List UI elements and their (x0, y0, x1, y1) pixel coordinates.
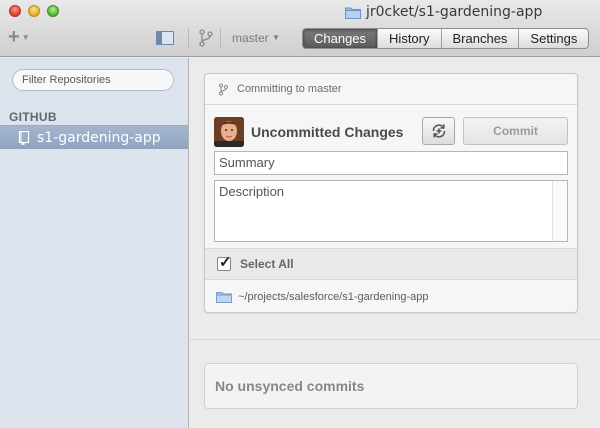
branch-selector[interactable]: master (232, 31, 269, 45)
repository-path-text[interactable]: ~/projects/salesforce/s1-gardening-app (238, 291, 428, 303)
chevron-down-icon[interactable]: ▼ (272, 33, 280, 42)
close-window-button[interactable] (9, 5, 21, 17)
repository-icon (18, 130, 30, 145)
sync-button[interactable] (422, 117, 455, 145)
filter-repositories-input[interactable]: Filter Repositories (12, 69, 174, 91)
tab-changes[interactable]: Changes (303, 29, 378, 48)
avatar (214, 117, 244, 147)
sidebar-item-s1-gardening-app[interactable]: s1-gardening-app (0, 125, 188, 149)
section-divider (190, 339, 600, 340)
checkmark-icon: ✓ (219, 254, 232, 271)
unsynced-commits-panel: No unsynced commits (204, 363, 578, 409)
commit-button[interactable]: Commit (463, 117, 568, 145)
description-placeholder: Description (219, 184, 285, 199)
tab-settings[interactable]: Settings (518, 29, 588, 48)
folder-icon (345, 7, 361, 19)
branch-icon[interactable] (197, 28, 215, 48)
sync-icon (432, 124, 445, 138)
tab-branches[interactable]: Branches (440, 29, 519, 48)
select-all-label[interactable]: Select All (240, 257, 294, 271)
folder-icon (216, 292, 232, 303)
description-input[interactable]: Description (214, 180, 568, 242)
add-repository-button[interactable]: + ▼ (8, 26, 30, 48)
toolbar-divider (220, 28, 221, 48)
committing-to-branch-text: Committing to master (237, 83, 342, 95)
window-titlebar: jr0cket/s1-gardening-app + ▼ master ▼ Ch… (0, 0, 600, 57)
select-all-checkbox[interactable]: ✓ (217, 254, 232, 271)
main-panel: Committing to master Uncommitted Changes (190, 58, 600, 428)
zoom-window-button[interactable] (47, 5, 59, 17)
commit-card-header: Committing to master (205, 74, 577, 105)
description-scrollbar[interactable] (552, 181, 567, 241)
plus-icon: + (8, 26, 20, 48)
summary-input[interactable]: Summary (214, 151, 568, 175)
select-all-row: ✓ Select All (205, 248, 577, 280)
repository-path-row: ~/projects/salesforce/s1-gardening-app (205, 281, 577, 313)
sidebar-toggle-icon[interactable] (156, 31, 174, 45)
window-title: jr0cket/s1-gardening-app (345, 3, 542, 21)
minimize-window-button[interactable] (28, 5, 40, 17)
view-tabs: Changes History Branches Settings (302, 28, 590, 49)
toolbar-divider (188, 28, 189, 48)
unsynced-commits-text: No unsynced commits (215, 378, 365, 394)
uncommitted-changes-title: Uncommitted Changes (251, 124, 404, 140)
sidebar: Filter Repositories GITHUB s1-gardening-… (0, 58, 189, 428)
repository-name: s1-gardening-app (37, 129, 161, 146)
tab-history[interactable]: History (377, 29, 440, 48)
sidebar-section-github: GITHUB (9, 110, 57, 124)
branch-icon (219, 83, 228, 95)
window-title-text: jr0cket/s1-gardening-app (366, 4, 543, 20)
commit-card: Committing to master Uncommitted Changes (204, 73, 578, 313)
chevron-down-icon: ▼ (21, 32, 30, 42)
